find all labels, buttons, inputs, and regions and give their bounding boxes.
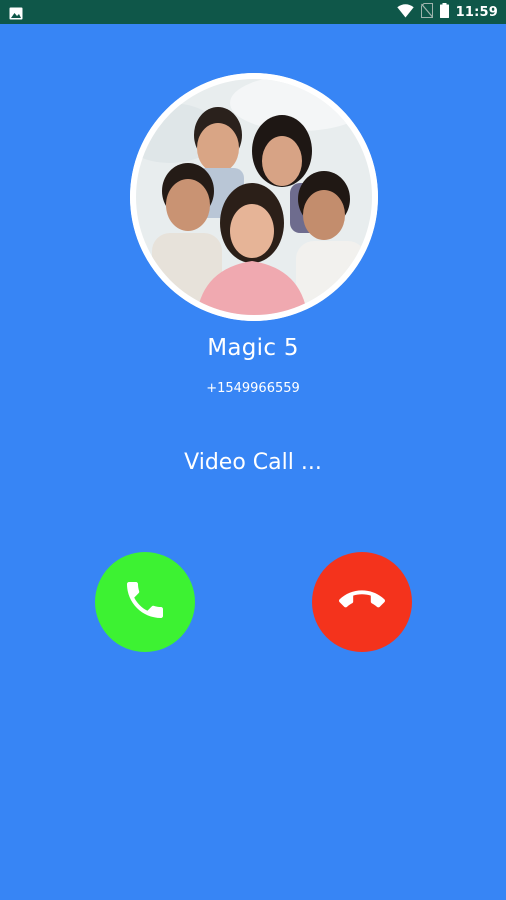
decline-call-button[interactable] <box>312 552 412 652</box>
wifi-icon <box>396 3 414 22</box>
status-bar: 11:59 <box>0 0 506 24</box>
battery-icon <box>439 2 449 22</box>
status-time: 11:59 <box>455 4 498 20</box>
caller-number: +1549966559 <box>206 381 300 396</box>
group-photo-avatar <box>130 73 378 321</box>
no-sim-icon <box>420 2 433 22</box>
phone-icon <box>121 576 169 628</box>
accept-call-button[interactable] <box>95 552 195 652</box>
call-status: Video Call ... <box>184 450 322 475</box>
caller-avatar <box>130 73 378 321</box>
hang-up-icon <box>339 577 385 627</box>
image-notification-icon <box>9 5 23 20</box>
caller-name: Magic 5 <box>207 335 299 361</box>
status-icons: 11:59 <box>396 2 498 22</box>
incoming-call-screen: 11:59 Magic 5 +1549966559 Video Call ... <box>0 0 506 900</box>
